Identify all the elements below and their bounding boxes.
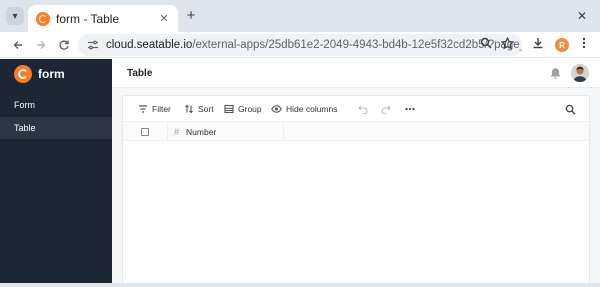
table-header-row: # Number [123, 122, 589, 141]
url-domain: cloud.seatable.io [106, 39, 193, 51]
filter-icon [139, 105, 147, 113]
select-all-checkbox[interactable] [141, 127, 149, 136]
sidebar-item-label: Table [14, 123, 36, 133]
table-view: Filter Sort Group Hide columns # Number [122, 95, 590, 287]
more-horizontal-icon[interactable] [404, 103, 416, 115]
select-all-cell [123, 122, 168, 141]
page-title: Table [127, 68, 153, 79]
zoom-search-icon[interactable] [478, 35, 494, 51]
new-tab-plus-icon[interactable]: + [183, 8, 199, 24]
hide-columns-button[interactable]: Hide columns [271, 103, 338, 115]
notifications-bell-icon[interactable] [549, 67, 563, 81]
browser-tab-bar: ▾ form - Table ✕ + ✕ [0, 0, 600, 32]
app-sidebar: form Form Table [0, 59, 112, 287]
grid-toolbar: Filter Sort Group Hide columns [123, 96, 589, 122]
browser-tab[interactable]: form - Table ✕ [28, 5, 178, 32]
app-logo[interactable]: form [14, 65, 65, 83]
site-info-tune-icon[interactable] [86, 38, 100, 52]
main-content: Table Filter Sort Group Hide columns # N… [112, 59, 600, 287]
tab-close-icon[interactable]: ✕ [156, 11, 172, 27]
eye-icon [271, 105, 282, 113]
browser-toolbar: cloud.seatable.io/external-apps/25db61e2… [0, 32, 600, 58]
sort-icon [185, 104, 193, 114]
user-avatar[interactable] [571, 64, 589, 82]
address-bar[interactable]: cloud.seatable.io/external-apps/25db61e2… [78, 34, 522, 56]
window-bottom-border [0, 283, 600, 287]
tab-title: form - Table [56, 11, 120, 26]
undo-icon[interactable] [357, 103, 369, 115]
reload-icon[interactable] [55, 36, 73, 54]
downloads-icon[interactable] [530, 35, 546, 51]
sidebar-item-label: Form [14, 100, 35, 110]
url-path: /external-apps/25db61e2-2049-4943-bd4b-1… [192, 39, 522, 51]
hide-columns-button-label: Hide columns [286, 104, 338, 114]
browser-menu-kebab-icon[interactable] [576, 35, 592, 51]
group-button[interactable]: Group [224, 103, 262, 115]
column-header-label: Number [186, 126, 217, 137]
filter-button[interactable]: Filter [138, 103, 171, 115]
group-button-label: Group [238, 104, 262, 114]
seatable-logo-icon [14, 65, 32, 83]
url-text: cloud.seatable.io/external-apps/25db61e2… [106, 39, 522, 51]
page-header: Table [112, 59, 600, 88]
sort-button[interactable]: Sort [184, 103, 214, 115]
forward-arrow-icon[interactable] [32, 36, 50, 54]
column-header-number[interactable]: # Number [169, 122, 284, 141]
filter-button-label: Filter [152, 104, 171, 114]
bookmark-star-icon[interactable] [499, 35, 515, 51]
group-icon [224, 104, 234, 114]
sort-button-label: Sort [198, 104, 214, 114]
app-name: form [38, 67, 65, 81]
tab-search-chevron-down-icon[interactable]: ▾ [6, 7, 24, 25]
number-column-type-icon: # [174, 126, 180, 137]
window-close-icon[interactable]: ✕ [574, 8, 590, 24]
sidebar-item-table[interactable]: Table [0, 117, 112, 139]
redo-icon[interactable] [380, 103, 392, 115]
profile-avatar[interactable]: R [555, 38, 569, 52]
grid-search-icon[interactable] [564, 103, 576, 115]
sidebar-item-form[interactable]: Form [0, 94, 112, 116]
seatable-favicon-icon [36, 11, 50, 26]
back-arrow-icon[interactable] [9, 36, 27, 54]
